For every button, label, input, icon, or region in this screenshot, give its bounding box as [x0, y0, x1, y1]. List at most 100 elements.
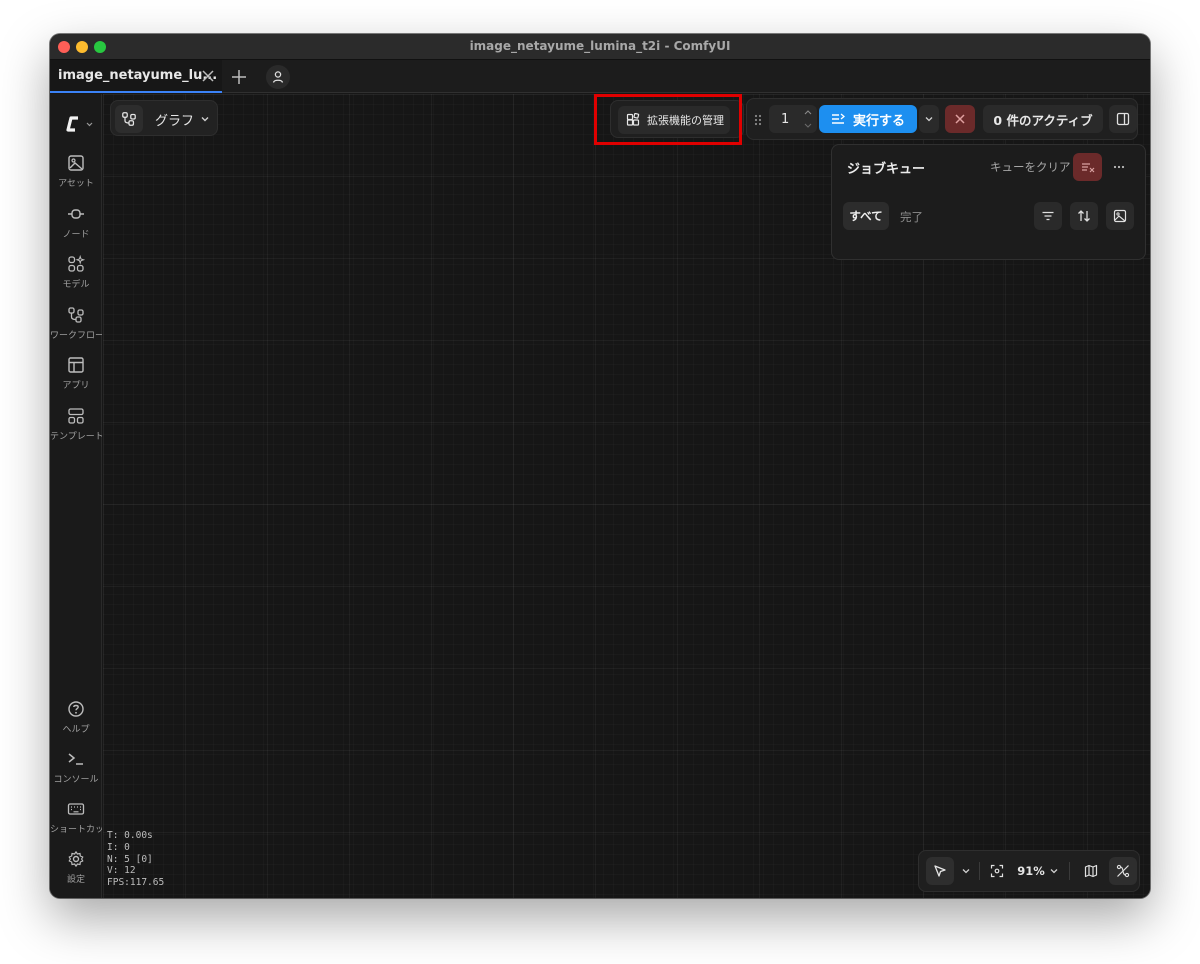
- active-jobs-button[interactable]: 0 件のアクティブ: [983, 105, 1103, 133]
- sidebar-item-label: アプリ: [62, 381, 90, 391]
- minimap-button[interactable]: [1077, 857, 1105, 885]
- help-icon: [68, 701, 84, 717]
- batch-count-value: 1: [781, 112, 790, 127]
- zoom-dropdown-button[interactable]: 91%: [1015, 857, 1061, 885]
- extensions-toolbar: 拡張機能の管理: [610, 100, 744, 138]
- sidebar-item-nodes[interactable]: ノード: [50, 205, 102, 253]
- drag-handle-icon[interactable]: [753, 113, 763, 127]
- sidebar-item-label: 設定: [66, 875, 85, 885]
- cancel-run-button[interactable]: [945, 105, 975, 133]
- divider: [979, 862, 980, 880]
- clear-list-icon: [1081, 163, 1094, 173]
- tab-bar: image_netayume_lu...: [50, 60, 1150, 93]
- sidebar-item-settings[interactable]: 設定: [50, 850, 102, 898]
- graph-icon-button[interactable]: [115, 105, 143, 133]
- sidebar-item-assets[interactable]: アセット: [50, 154, 102, 202]
- cursor-icon: [934, 865, 946, 877]
- sort-button[interactable]: [1070, 202, 1098, 230]
- clear-queue-label: キューをクリア: [990, 160, 1071, 174]
- queue-list-icon: [832, 113, 845, 124]
- filter-icon: [1042, 211, 1054, 221]
- plus-icon[interactable]: [230, 68, 248, 86]
- sort-icon: [1078, 210, 1090, 222]
- sidebar-item-label: ノード: [62, 230, 90, 240]
- puzzle-icon: [626, 113, 640, 126]
- sidebar-item-shortcuts[interactable]: ショートカット: [50, 800, 102, 848]
- close-icon: [955, 114, 965, 124]
- chevron-down-icon: [1050, 869, 1058, 874]
- filter-done-tab[interactable]: 完了: [900, 209, 923, 225]
- filter-all-tab[interactable]: すべて: [843, 202, 889, 230]
- image-icon: [68, 155, 84, 171]
- run-toolbar: 1 実行する 0 件のアクティブ: [746, 98, 1138, 140]
- template-icon: [68, 408, 84, 424]
- workflow-icon: [122, 112, 136, 126]
- sidebar-item-label: テンプレート: [50, 432, 102, 442]
- stat-v: V: 12: [107, 865, 136, 877]
- filter-button[interactable]: [1034, 202, 1062, 230]
- window-title: image_netayume_lumina_t2i - ComfyUI: [469, 39, 731, 53]
- gallery-button[interactable]: [1106, 202, 1134, 230]
- node-icon: [68, 209, 84, 219]
- job-queue-title: ジョブキュー: [847, 162, 926, 177]
- chevron-down-icon: [962, 869, 970, 874]
- chevron-down-icon: [201, 117, 209, 122]
- sidebar-item-models[interactable]: モデル: [50, 255, 102, 303]
- batch-count-stepper[interactable]: 1: [769, 105, 817, 133]
- terminal-icon: [68, 753, 83, 765]
- comfy-logo-icon: [66, 116, 93, 132]
- sidebar-item-console[interactable]: コンソール: [50, 750, 102, 798]
- sidebar: アセット ノード モデル ワークフロー アプリ テンプレート ヘルプ コンソール…: [50, 94, 102, 898]
- job-queue-panel: ジョブキュー キューをクリア すべて 完了: [831, 144, 1146, 260]
- app-window: image_netayume_lumina_t2i - ComfyUI imag…: [50, 34, 1150, 898]
- run-button[interactable]: 実行する: [819, 105, 917, 133]
- comfy-menu-button[interactable]: [64, 114, 94, 134]
- sidebar-item-label: モデル: [62, 280, 90, 290]
- zoom-level: 91%: [1017, 864, 1045, 878]
- sidebar-item-label: ショートカット: [50, 825, 102, 835]
- map-icon: [1084, 864, 1098, 878]
- focus-icon: [990, 864, 1004, 878]
- more-options-icon[interactable]: [1112, 160, 1126, 174]
- divider: [1069, 862, 1070, 880]
- clear-queue-button[interactable]: [1073, 153, 1102, 181]
- sidebar-item-label: アセット: [58, 179, 94, 189]
- sidebar-item-label: ワークフロー: [50, 331, 102, 341]
- mode-dropdown-button[interactable]: [956, 857, 976, 885]
- fit-view-button[interactable]: [983, 857, 1011, 885]
- tab-workflow[interactable]: image_netayume_lu...: [50, 60, 222, 93]
- graph-label: グラフ: [155, 114, 195, 129]
- stat-i: I: 0: [107, 841, 130, 853]
- side-panel-icon: [1116, 112, 1130, 126]
- sidebar-item-workflows[interactable]: ワークフロー: [50, 306, 102, 354]
- user-icon: [272, 71, 284, 83]
- sidebar-item-help[interactable]: ヘルプ: [50, 700, 102, 748]
- tab-label: image_netayume_lu...: [58, 68, 218, 83]
- close-icon[interactable]: [200, 68, 216, 84]
- stepper-arrows-icon[interactable]: [803, 108, 813, 130]
- user-button[interactable]: [266, 65, 290, 89]
- sidebar-item-apps[interactable]: アプリ: [50, 356, 102, 404]
- toggle-panel-button[interactable]: [1109, 105, 1137, 133]
- sidebar-item-label: コンソール: [53, 775, 99, 785]
- stat-nodes: N: 5 [0]: [107, 853, 153, 865]
- stat-time: T: 0.00s: [107, 830, 153, 841]
- sidebar-item-templates[interactable]: テンプレート: [50, 407, 102, 455]
- chevron-down-icon: [925, 117, 933, 122]
- toggle-links-button[interactable]: [1109, 857, 1137, 885]
- workflow-icon: [68, 307, 84, 323]
- manage-extensions-button[interactable]: 拡張機能の管理: [618, 106, 730, 134]
- canvas-controls: 91%: [918, 850, 1140, 892]
- keyboard-icon: [67, 803, 85, 815]
- stat-fps: FPS:117.65: [107, 877, 165, 889]
- graph-selector[interactable]: グラフ: [110, 100, 218, 136]
- model-icon: [68, 255, 85, 272]
- link-off-icon: [1116, 864, 1130, 878]
- sidebar-item-label: ヘルプ: [62, 725, 90, 735]
- render-stats: T: 0.00s I: 0 N: 5 [0] V: 12 FPS:117.65: [107, 830, 164, 889]
- select-mode-button[interactable]: [926, 857, 954, 885]
- gear-icon: [68, 851, 84, 867]
- image-icon: [1113, 209, 1127, 223]
- run-button-label: 実行する: [853, 113, 906, 129]
- run-options-button[interactable]: [919, 105, 939, 133]
